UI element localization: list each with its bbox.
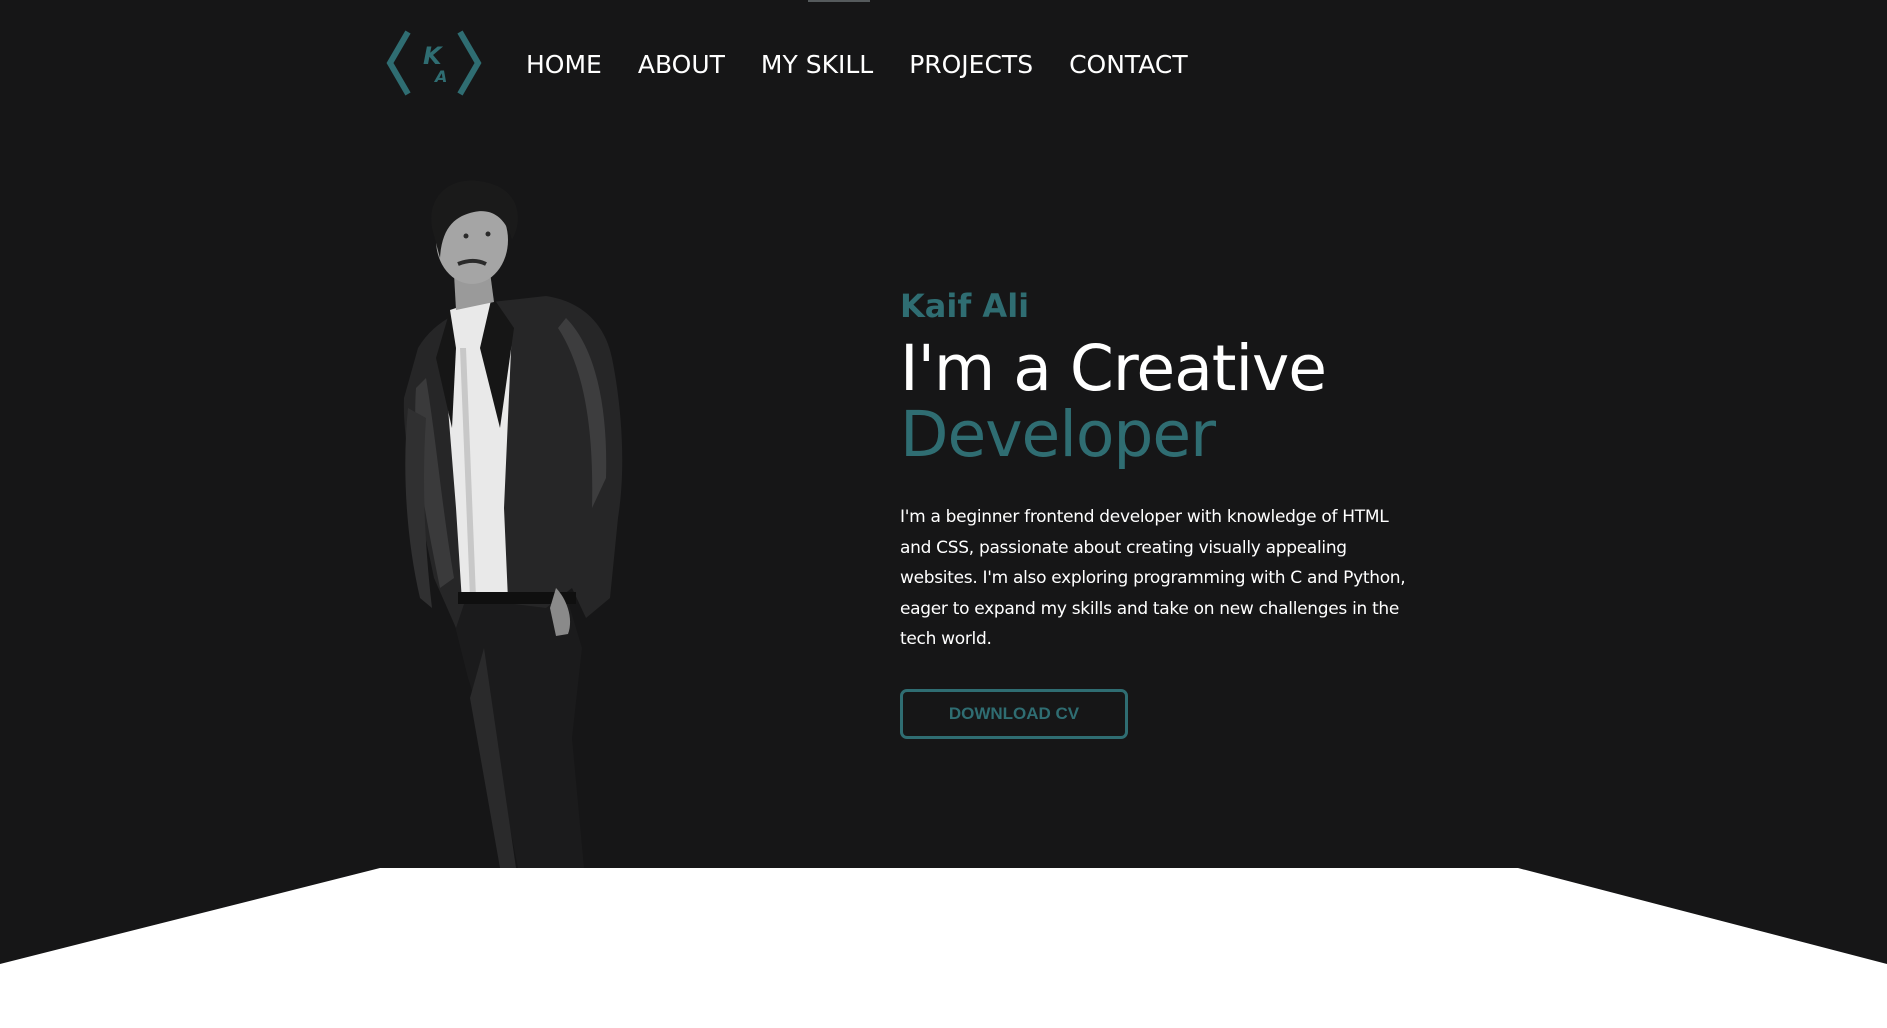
logo-letter-k: K (423, 42, 444, 70)
logo-icon[interactable]: K A (386, 28, 482, 98)
nav-item-my-skill[interactable]: MY SKILL (761, 48, 873, 82)
main-nav: HOME ABOUT MY SKILL PROJECTS CONTACT (526, 48, 1224, 82)
nav-item-contact[interactable]: CONTACT (1069, 48, 1188, 82)
headline-line-2: Developer (900, 398, 1216, 471)
nav-item-home[interactable]: HOME (526, 48, 602, 82)
nav-item-projects[interactable]: PROJECTS (909, 48, 1033, 82)
page: K A HOME ABOUT MY SKILL PROJECTS CONTACT (0, 0, 1887, 1028)
download-cv-button[interactable]: DOWNLOAD CV (900, 688, 1128, 739)
hero-description: I'm a beginner frontend developer with k… (900, 507, 1406, 649)
hero-headline: I'm a Creative Developer (900, 336, 1420, 468)
logo-letter-a: A (433, 67, 447, 86)
developer-name: Kaif Ali (900, 287, 1030, 325)
scroll-indicator (808, 0, 870, 2)
headline-line-1: I'm a Creative (900, 332, 1327, 405)
nav-item-about[interactable]: ABOUT (638, 48, 725, 82)
hero-content: Kaif Ali I'm a Creative Developer I'm a … (900, 282, 1420, 739)
profile-photo (403, 180, 623, 868)
